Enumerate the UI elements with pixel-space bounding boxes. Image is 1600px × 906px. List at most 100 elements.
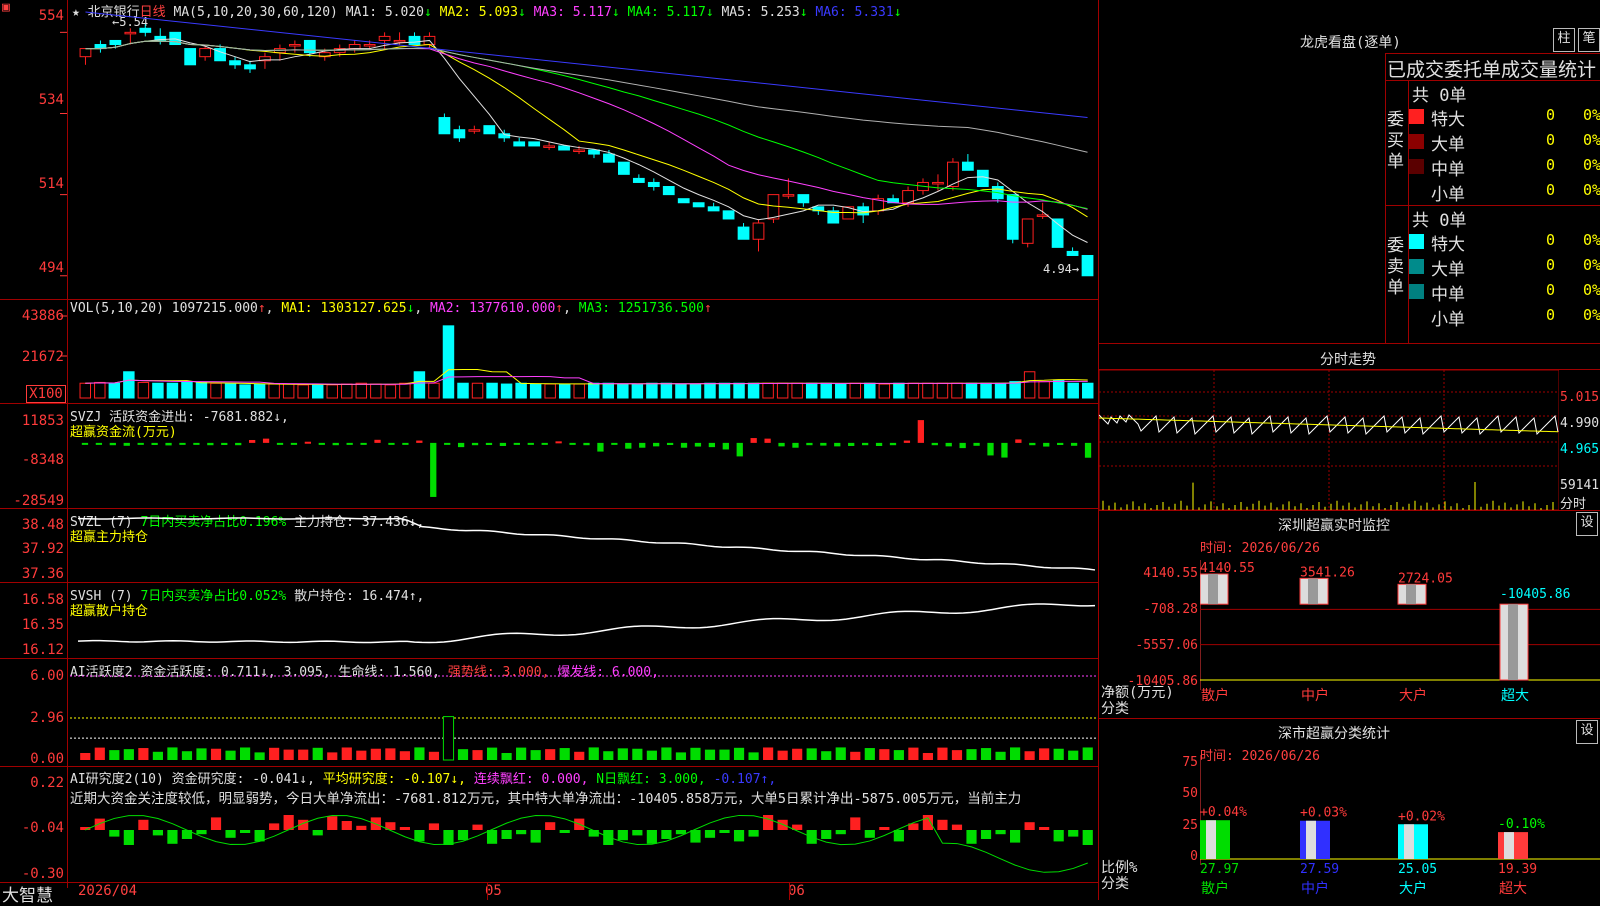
candle-body [976, 169, 989, 188]
activity-bar [937, 747, 948, 760]
activity-bar [356, 750, 367, 760]
flow-bar [750, 438, 757, 443]
activity-bar [341, 747, 352, 760]
volume-bar [965, 382, 978, 399]
flow-bar [151, 442, 158, 446]
volume-bar [268, 383, 280, 399]
activity-bar [792, 748, 803, 760]
flow-bar [639, 442, 646, 448]
flow-bar [541, 442, 548, 445]
candle-body [288, 44, 301, 47]
sz-class-svg: +0.04% 27.97 散户 +0.03% 27.59 中户 +0.02% 25.05 大户 -… [1200, 755, 1600, 897]
flow-bar [304, 441, 312, 444]
flow-bar [736, 442, 743, 457]
buy-large-pct: 0% [1582, 131, 1600, 149]
research-bar [879, 827, 890, 830]
research-bar [559, 830, 570, 833]
buy-small-name: 小单 [1431, 185, 1465, 205]
activity-bar [501, 752, 512, 760]
volume-bar [355, 382, 368, 399]
research-bar [152, 830, 163, 836]
research-bar [922, 815, 934, 830]
mon2-value-label: 25.05 [1398, 862, 1437, 877]
activity-bar [516, 747, 527, 760]
volume-bar [762, 382, 774, 399]
activity-bar [181, 751, 193, 760]
research-bar [486, 830, 498, 844]
flow-bar [360, 442, 367, 445]
flow-bar [931, 442, 938, 446]
flow-bar [917, 420, 924, 443]
buy-medium-name: 中单 [1431, 160, 1465, 180]
flow-bar [109, 442, 116, 446]
sz-class-title: 深市超赢分类统计 [1278, 726, 1390, 742]
buy-small-swatch [1409, 184, 1424, 199]
mon1-value-label: 2724.05 [1398, 571, 1453, 586]
candle-body [707, 206, 720, 212]
research-bar [995, 830, 1006, 835]
research-bar [646, 830, 657, 844]
flow-bar [792, 442, 799, 448]
activity-bar [545, 749, 556, 760]
activity-bar [1039, 748, 1050, 760]
volume-bar [689, 383, 702, 399]
research-bar [966, 830, 977, 844]
flow-bar [848, 442, 855, 446]
intraday-ytick-1: 5.015 [1560, 390, 1600, 405]
research-bar [1082, 830, 1093, 845]
longhu-detail-button[interactable]: 笔 [1578, 28, 1600, 52]
activity-bar [864, 748, 875, 760]
volume-bar [1082, 382, 1094, 399]
sell-super-swatch [1409, 234, 1424, 249]
volume-bar [864, 382, 876, 399]
activity-bar [850, 751, 861, 760]
buy-small-count: 0 [1545, 181, 1555, 199]
research-bar [835, 830, 846, 835]
retail-holding-line [77, 603, 1096, 644]
flow-bar [889, 442, 897, 446]
activity-bar [806, 748, 817, 760]
candle-body [677, 198, 690, 204]
activity-bar [80, 753, 91, 760]
longhu-bar-button[interactable]: 柱 [1553, 28, 1575, 52]
sz-monitor-settings-button[interactable]: 设 [1576, 512, 1598, 536]
volume-bar [922, 382, 934, 399]
longhu-header: 已成交委托单成交量统计 [1387, 59, 1597, 81]
buy-medium-pct: 0% [1582, 156, 1600, 174]
volume-bar [428, 382, 440, 399]
volume-bar [94, 381, 106, 399]
flow-bar [513, 442, 520, 445]
activity-bar [109, 750, 120, 760]
research-bar [530, 830, 541, 843]
candle-body [797, 194, 810, 204]
volume-bar [253, 383, 266, 399]
buy-super-swatch [1409, 109, 1424, 124]
volume-bar [457, 382, 469, 399]
activity-bar [1068, 750, 1079, 760]
research-bar [661, 830, 672, 839]
volume-bar [471, 382, 484, 399]
volume-bar [1023, 371, 1036, 399]
research-bar [704, 830, 716, 838]
intraday-ytick-2: 4.990 [1560, 416, 1600, 431]
research-bar [632, 830, 643, 836]
volume-bar [224, 383, 237, 399]
ma-line-2 [85, 40, 1088, 218]
activity-bar [414, 747, 425, 760]
flow-bar [1029, 442, 1036, 446]
mon1-value-label: 3541.26 [1300, 565, 1355, 580]
volume-bar [239, 384, 251, 399]
intraday-svg [1099, 370, 1559, 510]
research-bar [472, 824, 483, 830]
research-bar [1039, 827, 1050, 830]
research-bar [733, 830, 745, 842]
candle-body [752, 222, 765, 240]
flow-bar [722, 442, 729, 450]
mon1-bar-shade [1208, 574, 1218, 605]
volume-bar [79, 382, 91, 399]
sz-class-settings-button[interactable]: 设 [1576, 720, 1598, 744]
volume-bar [617, 383, 629, 399]
flow-bar [207, 442, 214, 446]
volume-bar [805, 382, 818, 399]
flow-bar [95, 442, 103, 445]
